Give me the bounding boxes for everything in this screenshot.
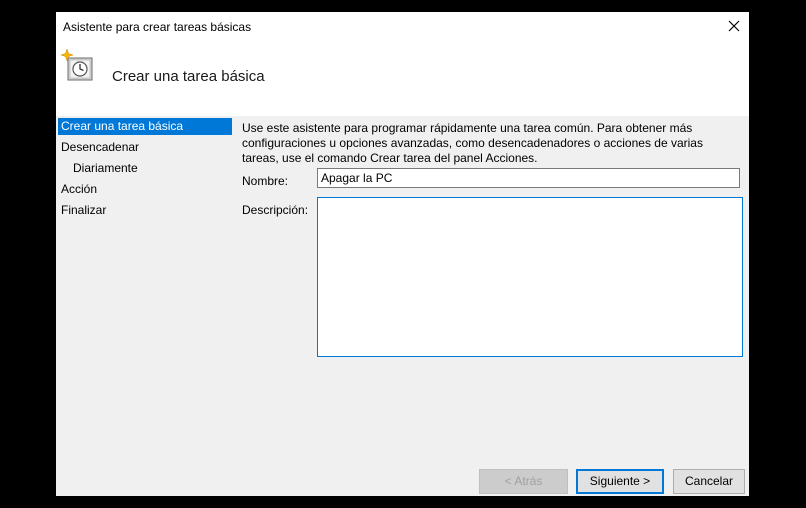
name-input[interactable] <box>317 168 740 188</box>
next-button[interactable]: Siguiente > <box>576 469 664 494</box>
wizard-header: Crear una tarea básica <box>56 42 749 116</box>
wizard-window: Asistente para crear tareas básicas Crea… <box>56 12 749 496</box>
back-button[interactable]: < Atrás <box>479 469 568 494</box>
description-label: Descripción: <box>242 203 309 217</box>
close-icon <box>728 20 740 32</box>
name-label: Nombre: <box>242 174 289 188</box>
close-button[interactable] <box>719 12 749 42</box>
step-diariamente[interactable]: Diariamente <box>70 160 138 177</box>
description-textarea[interactable] <box>317 197 743 357</box>
window-title: Asistente para crear tareas básicas <box>63 20 252 34</box>
wizard-steps: Crear una tarea básica Desencadenar Diar… <box>56 116 232 416</box>
instructions-text: Use este asistente para programar rápida… <box>242 121 703 165</box>
cancel-button[interactable]: Cancelar <box>673 469 745 494</box>
clock-task-icon <box>60 48 93 81</box>
step-finalizar[interactable]: Finalizar <box>58 202 106 219</box>
step-crear-tarea[interactable]: Crear una tarea básica <box>58 118 232 135</box>
step-accion[interactable]: Acción <box>58 181 97 198</box>
step-desencadenar[interactable]: Desencadenar <box>58 139 139 156</box>
page-title: Crear una tarea básica <box>112 68 265 85</box>
title-bar: Asistente para crear tareas básicas <box>56 12 749 42</box>
